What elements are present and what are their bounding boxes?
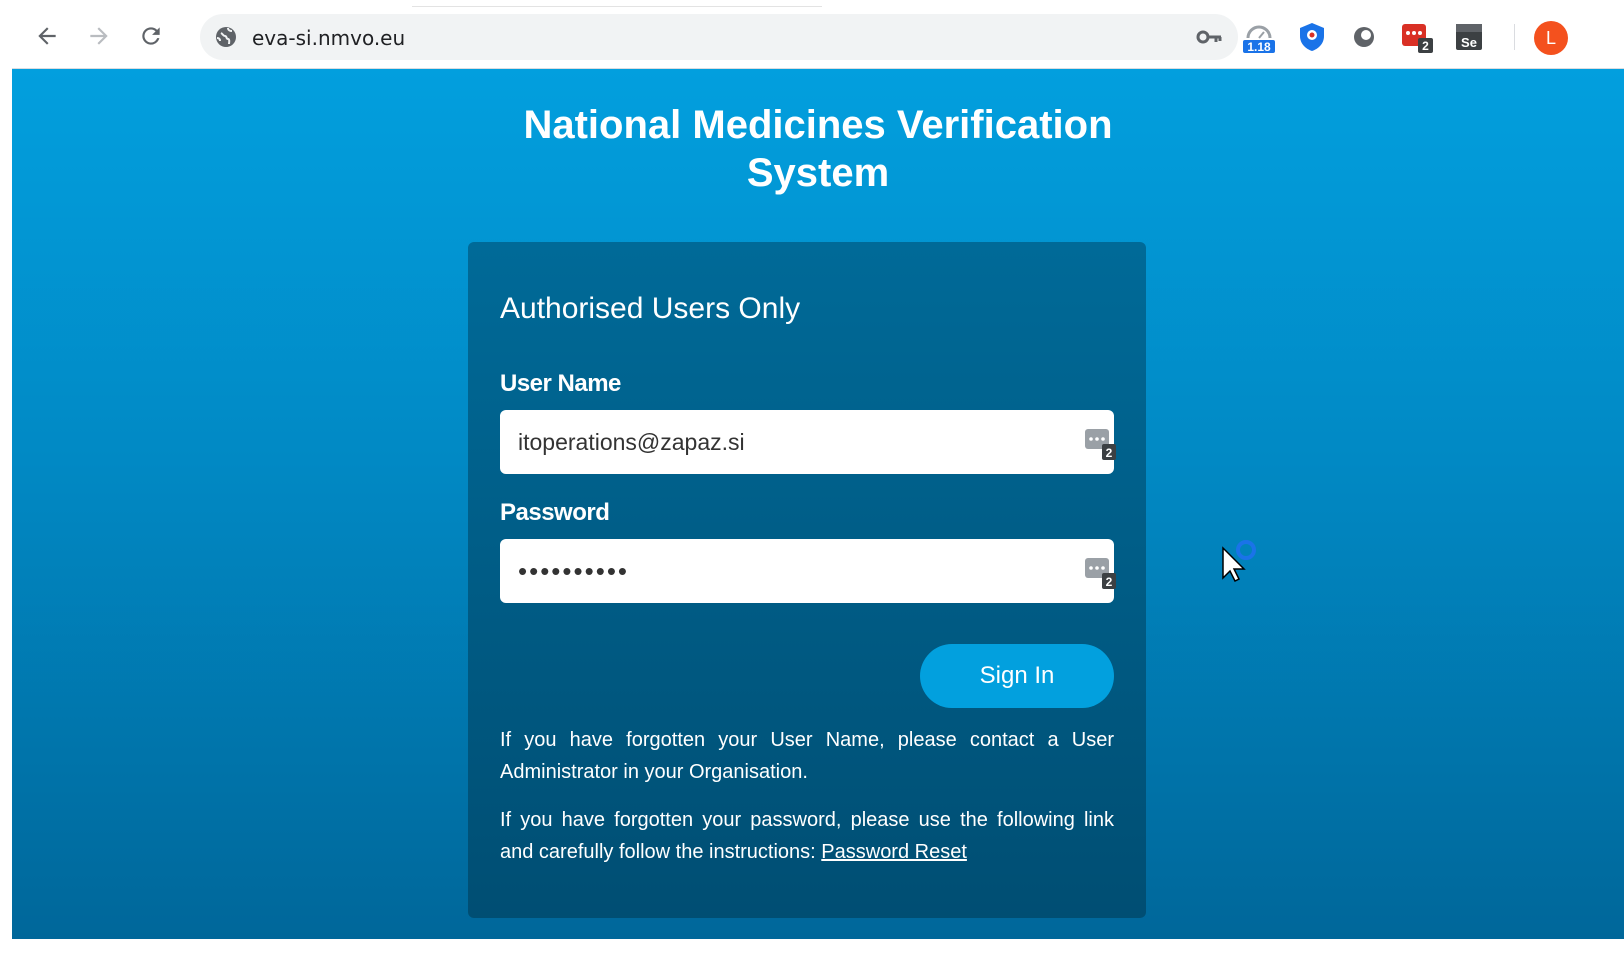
back-arrow-icon — [38, 27, 56, 45]
circle-extension-icon[interactable] — [1347, 20, 1381, 54]
forgot-password-text: If you have forgotten your password, ple… — [500, 804, 1114, 868]
address-bar[interactable]: eva-si.nmvo.eu — [200, 14, 1238, 60]
browser-toolbar: eva-si.nmvo.eu 1.18 2 Se L — [12, 0, 1624, 69]
tab-strip-edge — [412, 0, 822, 7]
site-info-icon[interactable] — [214, 25, 238, 49]
reload-icon — [142, 27, 160, 45]
username-field-badge: 2 — [1106, 446, 1113, 460]
username-input[interactable] — [500, 410, 1114, 474]
forward-arrow-icon — [90, 27, 108, 45]
forward-button[interactable] — [82, 19, 116, 53]
back-button[interactable] — [30, 19, 64, 53]
reload-button[interactable] — [134, 19, 168, 53]
busy-cursor-icon — [1222, 540, 1256, 582]
card-heading: Authorised Users Only — [500, 292, 801, 325]
password-reset-link[interactable]: Password Reset — [821, 841, 967, 863]
password-field-badge: 2 — [1106, 575, 1113, 589]
toolbar-divider — [1514, 24, 1515, 50]
password-manager-field-icon[interactable]: 2 — [1084, 557, 1116, 589]
sign-in-button[interactable]: Sign In — [920, 644, 1114, 708]
speedometer-badge: 1.18 — [1247, 40, 1271, 54]
password-manager-badge: 2 — [1422, 39, 1429, 53]
page-footer-blank — [0, 939, 1624, 973]
speedometer-extension-icon[interactable]: 1.18 — [1242, 20, 1276, 54]
login-page: National Medicines Verification System A… — [12, 69, 1624, 939]
key-icon[interactable] — [1196, 25, 1224, 49]
username-label: User Name — [500, 370, 621, 397]
left-edge — [0, 0, 12, 973]
password-manager-extension-icon[interactable]: 2 — [1400, 20, 1434, 54]
url-text: eva-si.nmvo.eu — [252, 26, 406, 50]
forgot-username-text: If you have forgotten your User Name, pl… — [500, 729, 1114, 783]
selenium-label: Se — [1461, 35, 1477, 50]
password-label: Password — [500, 499, 610, 526]
login-card: Authorised Users Only User Name 2 Passwo… — [468, 242, 1146, 918]
profile-initial: L — [1545, 27, 1556, 48]
password-input[interactable] — [500, 539, 1114, 603]
profile-avatar[interactable]: L — [1534, 21, 1568, 55]
password-manager-field-icon[interactable]: 2 — [1084, 428, 1116, 460]
forgot-password-prefix: If you have forgotten your password, ple… — [500, 809, 1114, 863]
selenium-extension-icon[interactable]: Se — [1452, 20, 1486, 54]
page-title: National Medicines Verification System — [523, 103, 1113, 195]
shield-extension-icon[interactable] — [1295, 20, 1329, 54]
